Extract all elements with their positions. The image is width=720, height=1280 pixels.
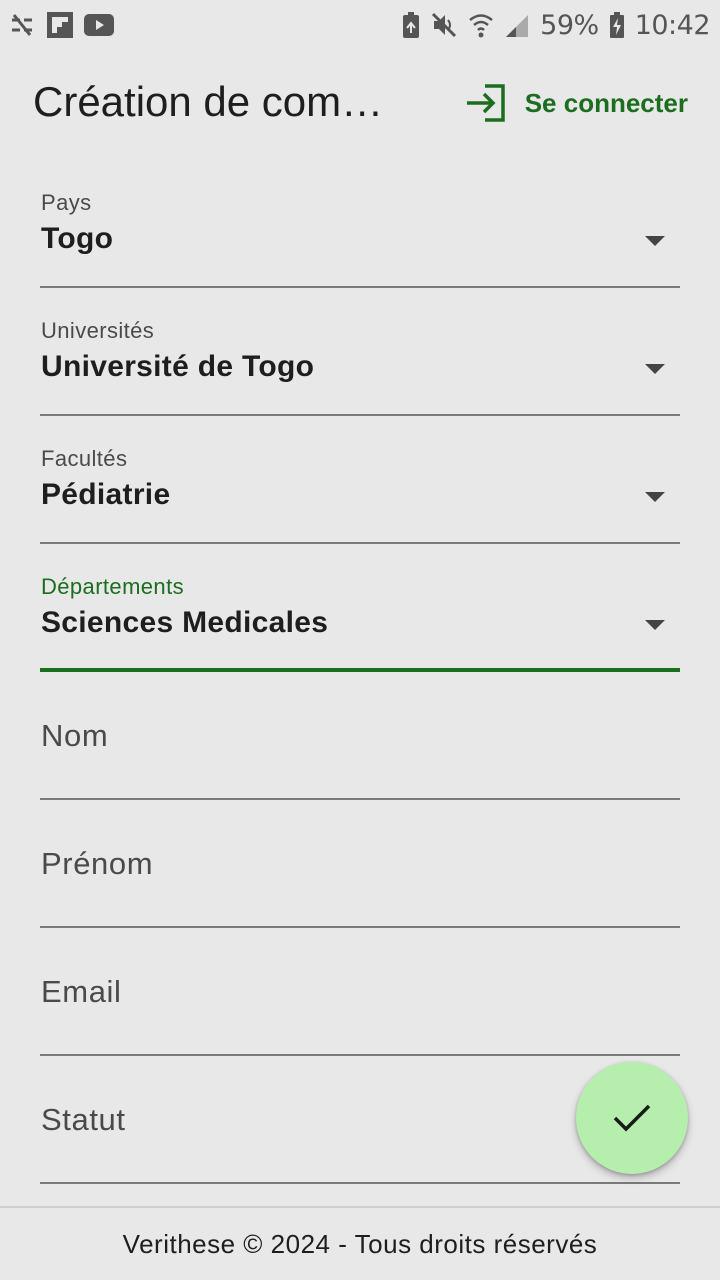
faculty-select[interactable]: Facultés Pédiatrie — [40, 416, 680, 544]
country-select[interactable]: Pays Togo — [40, 160, 680, 288]
page-title: Création de com… — [33, 78, 384, 125]
last-name-placeholder: Nom — [41, 718, 109, 753]
university-value: Université de Togo — [41, 350, 315, 383]
signal-icon — [504, 12, 530, 38]
check-icon — [612, 1102, 652, 1134]
chevron-down-icon — [645, 236, 665, 246]
faculty-value: Pédiatrie — [41, 478, 171, 511]
chevron-down-icon — [645, 364, 665, 374]
app-header: Création de com… Se connecter — [0, 58, 720, 150]
login-button[interactable]: Se connecter — [465, 84, 688, 122]
country-value: Togo — [41, 222, 114, 255]
battery-percent: 59% — [540, 9, 599, 41]
no-sync-icon — [8, 11, 36, 39]
battery-charging-icon — [609, 11, 625, 39]
country-label: Pays — [41, 190, 92, 215]
department-label: Départements — [41, 574, 184, 599]
battery-saver-icon — [402, 11, 420, 39]
login-label: Se connecter — [524, 87, 688, 118]
status-bar-right: 59% 10:42 — [402, 9, 711, 41]
university-label: Universités — [41, 318, 155, 343]
flipboard-icon — [46, 11, 74, 39]
chevron-down-icon — [645, 620, 665, 630]
chevron-down-icon — [645, 492, 665, 502]
submit-button[interactable] — [576, 1062, 688, 1174]
login-icon — [465, 84, 507, 122]
mute-icon — [430, 11, 458, 39]
department-value: Sciences Medicales — [41, 606, 329, 639]
youtube-icon — [84, 13, 114, 37]
first-name-placeholder: Prénom — [41, 846, 154, 881]
status-placeholder: Statut — [41, 1102, 126, 1137]
wifi-icon — [468, 11, 494, 39]
clock: 10:42 — [634, 9, 711, 41]
footer-text: Verithese © 2024 - Tous droits réservés — [122, 1228, 598, 1259]
footer: Verithese © 2024 - Tous droits réservés — [0, 1206, 720, 1280]
university-select[interactable]: Universités Université de Togo — [40, 288, 680, 416]
signup-form: Pays Togo Universités Université de Togo… — [40, 160, 680, 1184]
last-name-field[interactable]: Nom — [40, 672, 680, 800]
app-screen: 59% 10:42 Création de com… Se connecter … — [0, 0, 720, 1280]
status-bar: 59% 10:42 — [0, 0, 720, 50]
email-field[interactable]: Email — [40, 928, 680, 1056]
status-bar-left — [8, 11, 114, 39]
department-select[interactable]: Départements Sciences Medicales — [40, 544, 680, 672]
faculty-label: Facultés — [41, 446, 128, 471]
email-placeholder: Email — [41, 974, 122, 1009]
first-name-field[interactable]: Prénom — [40, 800, 680, 928]
